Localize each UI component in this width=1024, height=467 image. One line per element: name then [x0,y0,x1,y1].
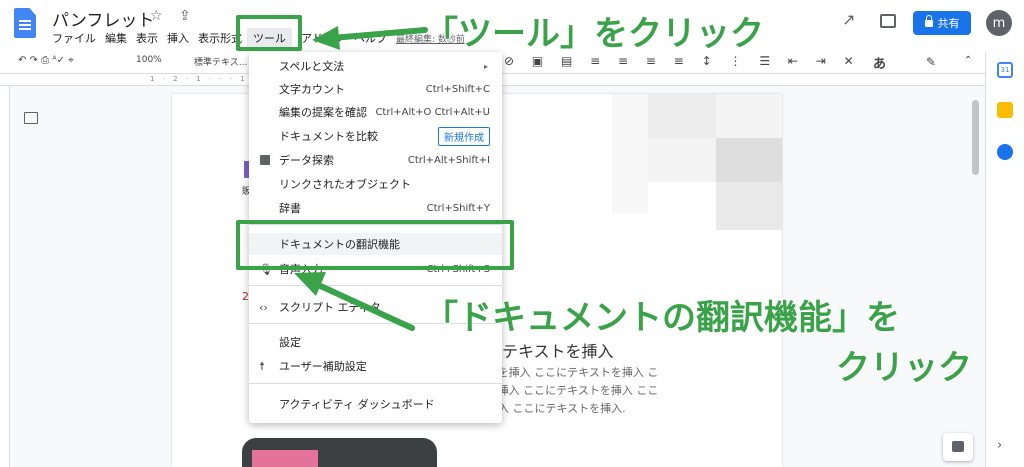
menu-item-activity-dashboard[interactable]: アクティビティ ダッシュボード [249,393,502,415]
decorative-square [648,94,716,138]
menu-separator [249,383,502,384]
accessibility-icon: ☨ [259,359,265,373]
add-comment-button[interactable] [943,433,973,461]
annotation-click-tools: 「ツール」をクリック [423,13,765,55]
docs-logo-icon[interactable] [14,8,36,38]
document-outline-icon[interactable] [24,112,38,124]
submenu-arrow-icon: ▸ [483,61,488,71]
menu-file[interactable]: ファイル [52,30,96,46]
decorative-square [716,138,782,182]
decorative-square [648,138,716,182]
highlight-translate-item [236,220,514,270]
collapse-icon[interactable]: ⌃ [964,55,972,66]
share-button[interactable]: 共有 [913,11,971,35]
menu-edit[interactable]: 編集 [105,30,127,46]
share-label: 共有 [937,17,960,30]
menu-separator [249,285,502,286]
menu-help[interactable]: ヘルプ [354,30,387,46]
keep-icon[interactable] [997,102,1013,118]
edit-mode-icon[interactable]: ✎ [926,55,936,69]
star-move-icons[interactable]: ☆ ⇪ [150,8,197,24]
decorative-square [716,94,782,138]
tasks-icon[interactable] [997,144,1013,160]
menu-insert[interactable]: 挿入 [167,30,189,46]
annotation-click-translate-line1: 「ドキュメントの翻訳機能」を [423,297,901,339]
ime-button[interactable]: あ [873,53,886,72]
google-docs-window: パンフレット ☆ ⇪ ファイル 編集 表示 挿入 表示形式 ツール アドオン ヘ… [0,0,1024,467]
menu-item-review-edits[interactable]: 編集の提案を確認 Ctrl+Alt+O Ctrl+Alt+U [249,101,502,123]
menu-view[interactable]: 表示 [136,30,158,46]
phone-illustration [242,438,437,467]
activity-trend-icon[interactable]: ↗ [842,10,855,29]
avatar[interactable]: m [986,10,1012,36]
decorative-square [716,182,782,230]
style-select[interactable]: 標準テキス... [194,55,247,68]
highlight-tools-menu [236,15,302,51]
menu-addons[interactable]: アドオン [301,30,345,46]
decorative-square [612,94,648,214]
formatting-toolbar: ↶ ↷ ⎙ ᴬ✓ ⌖ 100% 標準テキス... ⊘ ▣ ▤ ≡ ≡ ≡ ≡ ↕… [0,52,1024,74]
document-title[interactable]: パンフレット [52,6,154,31]
menu-item-accessibility[interactable]: ☨ ユーザー補助設定 [249,355,502,377]
lock-icon [924,14,933,27]
comment-history-icon[interactable] [880,14,896,28]
undo-redo-print-icons[interactable]: ↶ ↷ ⎙ ᴬ✓ ⌖ [18,55,74,66]
menu-item-linked-objects[interactable]: リンクされたオブジェクト [249,173,502,195]
zoom-select[interactable]: 100% [136,55,162,65]
calendar-icon[interactable]: 31 [997,62,1013,78]
vertical-ruler[interactable] [0,86,10,467]
menu-item-word-count[interactable]: 文字カウント Ctrl+Shift+C [249,78,502,100]
menu-item-explore[interactable]: データ探索 Ctrl+Alt+Shift+I [249,149,502,171]
annotation-click-translate-line2: クリック [835,347,973,389]
code-icon: ‹› [259,300,268,314]
menu-item-dictionary[interactable]: 辞書 Ctrl+Shift+Y [249,197,502,219]
menu-item-compare-documents[interactable]: ドキュメントを比較 新規作成 [249,125,502,147]
new-badge: 新規作成 [438,126,490,146]
vertical-scrollbar[interactable] [972,100,979,175]
toolbar-format-icons[interactable]: ⊘ ▣ ▤ ≡ ≡ ≡ ≡ ↕ ⋮ ☰ ⇤ ⇥ ✕ [504,54,861,68]
menu-item-spelling[interactable]: スペルと文法 ▸ [249,55,502,77]
side-panel: 31 [985,52,1024,467]
explore-icon [260,155,270,165]
expand-panel-icon[interactable]: › [997,438,1002,453]
